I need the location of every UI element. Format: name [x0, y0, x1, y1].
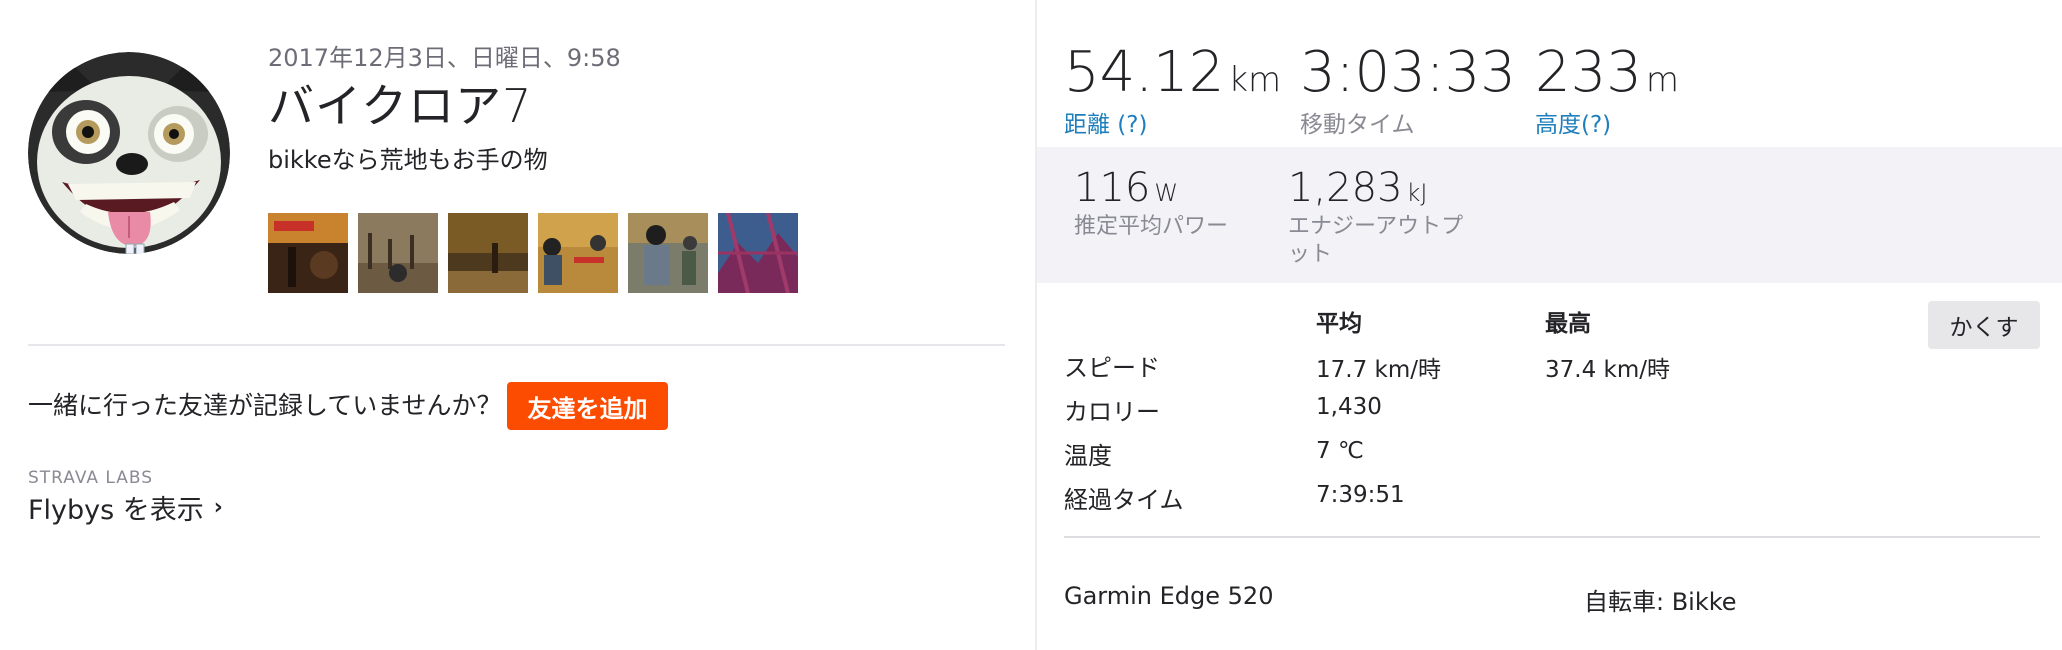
- row-label-elapsed: 経過タイム: [1064, 486, 1184, 514]
- athlete-avatar[interactable]: [28, 52, 230, 254]
- photo-thumbnail[interactable]: [268, 213, 348, 293]
- photo-thumbnail[interactable]: [358, 213, 438, 293]
- row-label-speed: スピード: [1064, 354, 1160, 382]
- section-divider: [28, 344, 1005, 346]
- row-max-speed: 37.4 km/時: [1545, 357, 1670, 383]
- moving-time-stat: 3:03:33 移動タイム: [1300, 40, 1516, 139]
- device-name: Garmin Edge 520: [1064, 582, 1274, 610]
- power-label: 推定平均パワー: [1074, 214, 1229, 239]
- power-value: 116: [1074, 165, 1151, 211]
- power-stat: 116 W 推定平均パワー: [1074, 165, 1228, 241]
- elevation-unit: m: [1645, 60, 1680, 100]
- activity-summary-pane: 2017年12月3日、日曜日、9:58 バイクロア7 bikkeなら荒地もお手の…: [0, 0, 1035, 650]
- dog-mascot-icon: [28, 52, 230, 254]
- photo-thumbnail[interactable]: [448, 213, 528, 293]
- friends-prompt: 一緒に行った友達が記録していませんか？: [28, 391, 502, 420]
- energy-label-line1: エナジーアウトプ: [1288, 214, 1464, 239]
- distance-stat: 54.12 km 距離 (?): [1064, 40, 1281, 139]
- row-avg-calories: 1,430: [1316, 394, 1382, 420]
- row-avg-elapsed: 7:39:51: [1316, 482, 1405, 508]
- activity-date: 2017年12月3日、日曜日、9:58: [268, 44, 621, 72]
- photo-thumbnail[interactable]: [718, 213, 798, 293]
- photo-thumbnail[interactable]: [538, 213, 618, 293]
- elevation-stat: 233 m 高度(?): [1535, 40, 1679, 139]
- bike-name[interactable]: 自転車: Bikke: [1584, 582, 1737, 617]
- col-header-average: 平均: [1316, 311, 1362, 337]
- elevation-label[interactable]: 高度(?): [1535, 105, 1679, 139]
- secondary-stats-panel: 116 W 推定平均パワー 1,283 kJ エナジーアウトプ ット: [1037, 147, 2062, 283]
- flybys-label: Flybys を表示: [28, 495, 204, 526]
- energy-unit: kJ: [1406, 179, 1428, 207]
- row-label-calories: カロリー: [1064, 398, 1160, 426]
- power-unit: W: [1154, 179, 1179, 207]
- row-label-temperature: 温度: [1064, 442, 1112, 470]
- distance-label[interactable]: 距離 (?): [1064, 105, 1281, 139]
- energy-value: 1,283: [1288, 165, 1403, 211]
- strava-labs-label: STRAVA LABS: [28, 468, 154, 488]
- activity-title[interactable]: バイクロア7: [268, 70, 532, 136]
- hide-button[interactable]: かくす: [1928, 301, 2040, 349]
- photo-thumbnail[interactable]: [628, 213, 708, 293]
- row-avg-speed: 17.7 km/時: [1316, 357, 1441, 383]
- elevation-value: 233: [1535, 40, 1642, 105]
- add-friend-button[interactable]: 友達を追加: [507, 382, 668, 430]
- energy-stat: 1,283 kJ エナジーアウトプ ット: [1288, 165, 1463, 269]
- activity-description: bikkeなら荒地もお手の物: [268, 146, 548, 174]
- photo-strip: [268, 213, 798, 293]
- moving-time-value: 3:03:33: [1300, 40, 1516, 105]
- row-avg-temperature: 7 ℃: [1316, 438, 1364, 464]
- energy-label-line2: ット: [1288, 242, 1333, 267]
- pane-separator: [1035, 0, 1037, 650]
- moving-time-label: 移動タイム: [1300, 112, 1415, 138]
- chevron-right-icon: ›: [213, 495, 223, 520]
- col-header-max: 最高: [1545, 311, 1591, 337]
- flybys-link[interactable]: Flybys を表示 ›: [28, 488, 223, 527]
- distance-unit: km: [1228, 60, 1282, 100]
- distance-value: 54.12: [1064, 40, 1225, 105]
- section-divider: [1064, 536, 2040, 538]
